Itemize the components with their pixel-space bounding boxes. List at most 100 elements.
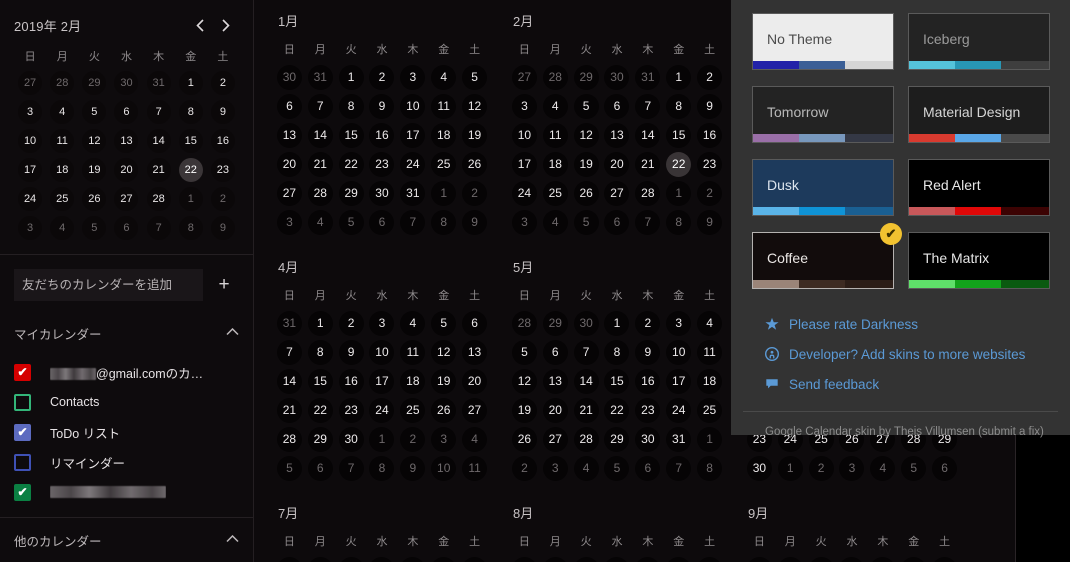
day-cell[interactable]: 31: [305, 63, 336, 91]
day-cell[interactable]: 2: [806, 454, 837, 482]
day-cell[interactable]: 27: [509, 63, 540, 91]
day-cell[interactable]: 22: [305, 396, 336, 424]
day-cell[interactable]: 14: [305, 121, 336, 149]
day-cell[interactable]: 5: [336, 208, 367, 236]
theme-tile[interactable]: Coffee ✔: [752, 223, 902, 289]
mini-day-cell[interactable]: 1: [175, 69, 207, 97]
day-cell[interactable]: 29: [571, 63, 602, 91]
day-cell[interactable]: 4: [540, 208, 571, 236]
day-cell[interactable]: 17: [509, 150, 540, 178]
day-cell[interactable]: 11: [428, 92, 459, 120]
chevron-left-icon[interactable]: [187, 12, 213, 38]
day-cell[interactable]: 9: [694, 208, 725, 236]
day-cell[interactable]: 1: [428, 179, 459, 207]
day-cell[interactable]: 21: [274, 396, 305, 424]
mini-day-cell[interactable]: 15: [175, 127, 207, 155]
mini-day-cell[interactable]: 28: [143, 185, 175, 213]
month-title[interactable]: 7月: [274, 498, 490, 530]
day-cell[interactable]: 16: [367, 121, 398, 149]
day-cell[interactable]: 3: [274, 208, 305, 236]
day-cell[interactable]: 4: [459, 425, 490, 453]
mini-day-cell[interactable]: 4: [46, 214, 78, 242]
day-cell[interactable]: 4: [694, 309, 725, 337]
day-cell[interactable]: 23: [336, 396, 367, 424]
day-cell[interactable]: 2: [632, 309, 663, 337]
mini-day-cell[interactable]: 5: [78, 214, 110, 242]
mini-day-cell[interactable]: 12: [78, 127, 110, 155]
day-cell[interactable]: 20: [540, 396, 571, 424]
day-cell[interactable]: 13: [540, 367, 571, 395]
day-cell[interactable]: 30: [274, 555, 305, 562]
day-cell[interactable]: 27: [540, 425, 571, 453]
day-cell[interactable]: 10: [428, 454, 459, 482]
day-cell[interactable]: 30: [744, 454, 775, 482]
day-cell[interactable]: 10: [367, 338, 398, 366]
calendar-list-item[interactable]: ✔ @gmail.comのカ…: [0, 357, 253, 387]
day-cell[interactable]: 31: [663, 425, 694, 453]
day-cell[interactable]: 3: [509, 208, 540, 236]
day-cell[interactable]: 8: [305, 338, 336, 366]
month-title[interactable]: 8月: [509, 498, 725, 530]
day-cell[interactable]: 15: [336, 121, 367, 149]
day-cell[interactable]: 27: [274, 179, 305, 207]
my-calendars-section-header[interactable]: マイカレンダー: [0, 311, 253, 355]
day-cell[interactable]: 3: [397, 63, 428, 91]
day-cell[interactable]: 3: [367, 309, 398, 337]
day-cell[interactable]: 12: [428, 338, 459, 366]
day-cell[interactable]: 30: [336, 425, 367, 453]
day-cell[interactable]: 10: [663, 338, 694, 366]
day-cell[interactable]: 2: [663, 555, 694, 562]
day-cell[interactable]: 26: [571, 179, 602, 207]
day-cell[interactable]: 19: [571, 150, 602, 178]
day-cell[interactable]: 6: [540, 338, 571, 366]
calendar-list-item[interactable]: ✔: [0, 477, 253, 507]
day-cell[interactable]: 21: [305, 150, 336, 178]
day-cell[interactable]: 5: [571, 208, 602, 236]
day-cell[interactable]: 4: [305, 208, 336, 236]
mini-day-cell[interactable]: 20: [110, 156, 142, 184]
day-cell[interactable]: 7: [632, 208, 663, 236]
day-cell[interactable]: 3: [663, 309, 694, 337]
day-cell[interactable]: 30: [367, 179, 398, 207]
mini-day-cell[interactable]: 19: [78, 156, 110, 184]
day-cell[interactable]: 1: [367, 425, 398, 453]
day-cell[interactable]: 19: [428, 367, 459, 395]
mini-day-cell[interactable]: 7: [143, 98, 175, 126]
day-cell[interactable]: 27: [459, 396, 490, 424]
mini-day-cell[interactable]: 9: [207, 214, 239, 242]
day-cell[interactable]: 18: [428, 121, 459, 149]
day-cell[interactable]: 16: [632, 367, 663, 395]
day-cell[interactable]: 8: [336, 92, 367, 120]
day-cell[interactable]: 20: [274, 150, 305, 178]
day-cell[interactable]: 8: [602, 338, 633, 366]
day-cell[interactable]: 26: [509, 425, 540, 453]
theme-tile[interactable]: No Theme: [752, 13, 894, 70]
mini-day-cell[interactable]: 11: [46, 127, 78, 155]
mini-day-cell[interactable]: 6: [110, 98, 142, 126]
day-cell[interactable]: 3: [837, 454, 868, 482]
day-cell[interactable]: 1: [602, 309, 633, 337]
day-cell[interactable]: 9: [397, 454, 428, 482]
mini-day-cell[interactable]: 13: [110, 127, 142, 155]
day-cell[interactable]: 7: [305, 92, 336, 120]
day-cell[interactable]: 3: [509, 92, 540, 120]
day-cell[interactable]: 3: [367, 555, 398, 562]
day-cell[interactable]: 9: [336, 338, 367, 366]
mini-day-cell[interactable]: 21: [143, 156, 175, 184]
day-cell[interactable]: 7: [571, 338, 602, 366]
day-cell[interactable]: 30: [571, 555, 602, 562]
add-calendar-input[interactable]: [14, 269, 203, 301]
mini-day-cell[interactable]: 26: [78, 185, 110, 213]
day-cell[interactable]: 3: [806, 555, 837, 562]
theme-tile[interactable]: Material Design: [908, 86, 1050, 143]
day-cell[interactable]: 5: [571, 92, 602, 120]
day-cell[interactable]: 28: [305, 179, 336, 207]
day-cell[interactable]: 5: [428, 555, 459, 562]
day-cell[interactable]: 9: [367, 92, 398, 120]
day-cell[interactable]: 1: [336, 63, 367, 91]
day-cell[interactable]: 25: [428, 150, 459, 178]
calendar-list-item[interactable]: Contacts: [0, 387, 253, 417]
day-cell[interactable]: 6: [459, 555, 490, 562]
day-cell[interactable]: 6: [898, 555, 929, 562]
day-cell[interactable]: 8: [367, 454, 398, 482]
